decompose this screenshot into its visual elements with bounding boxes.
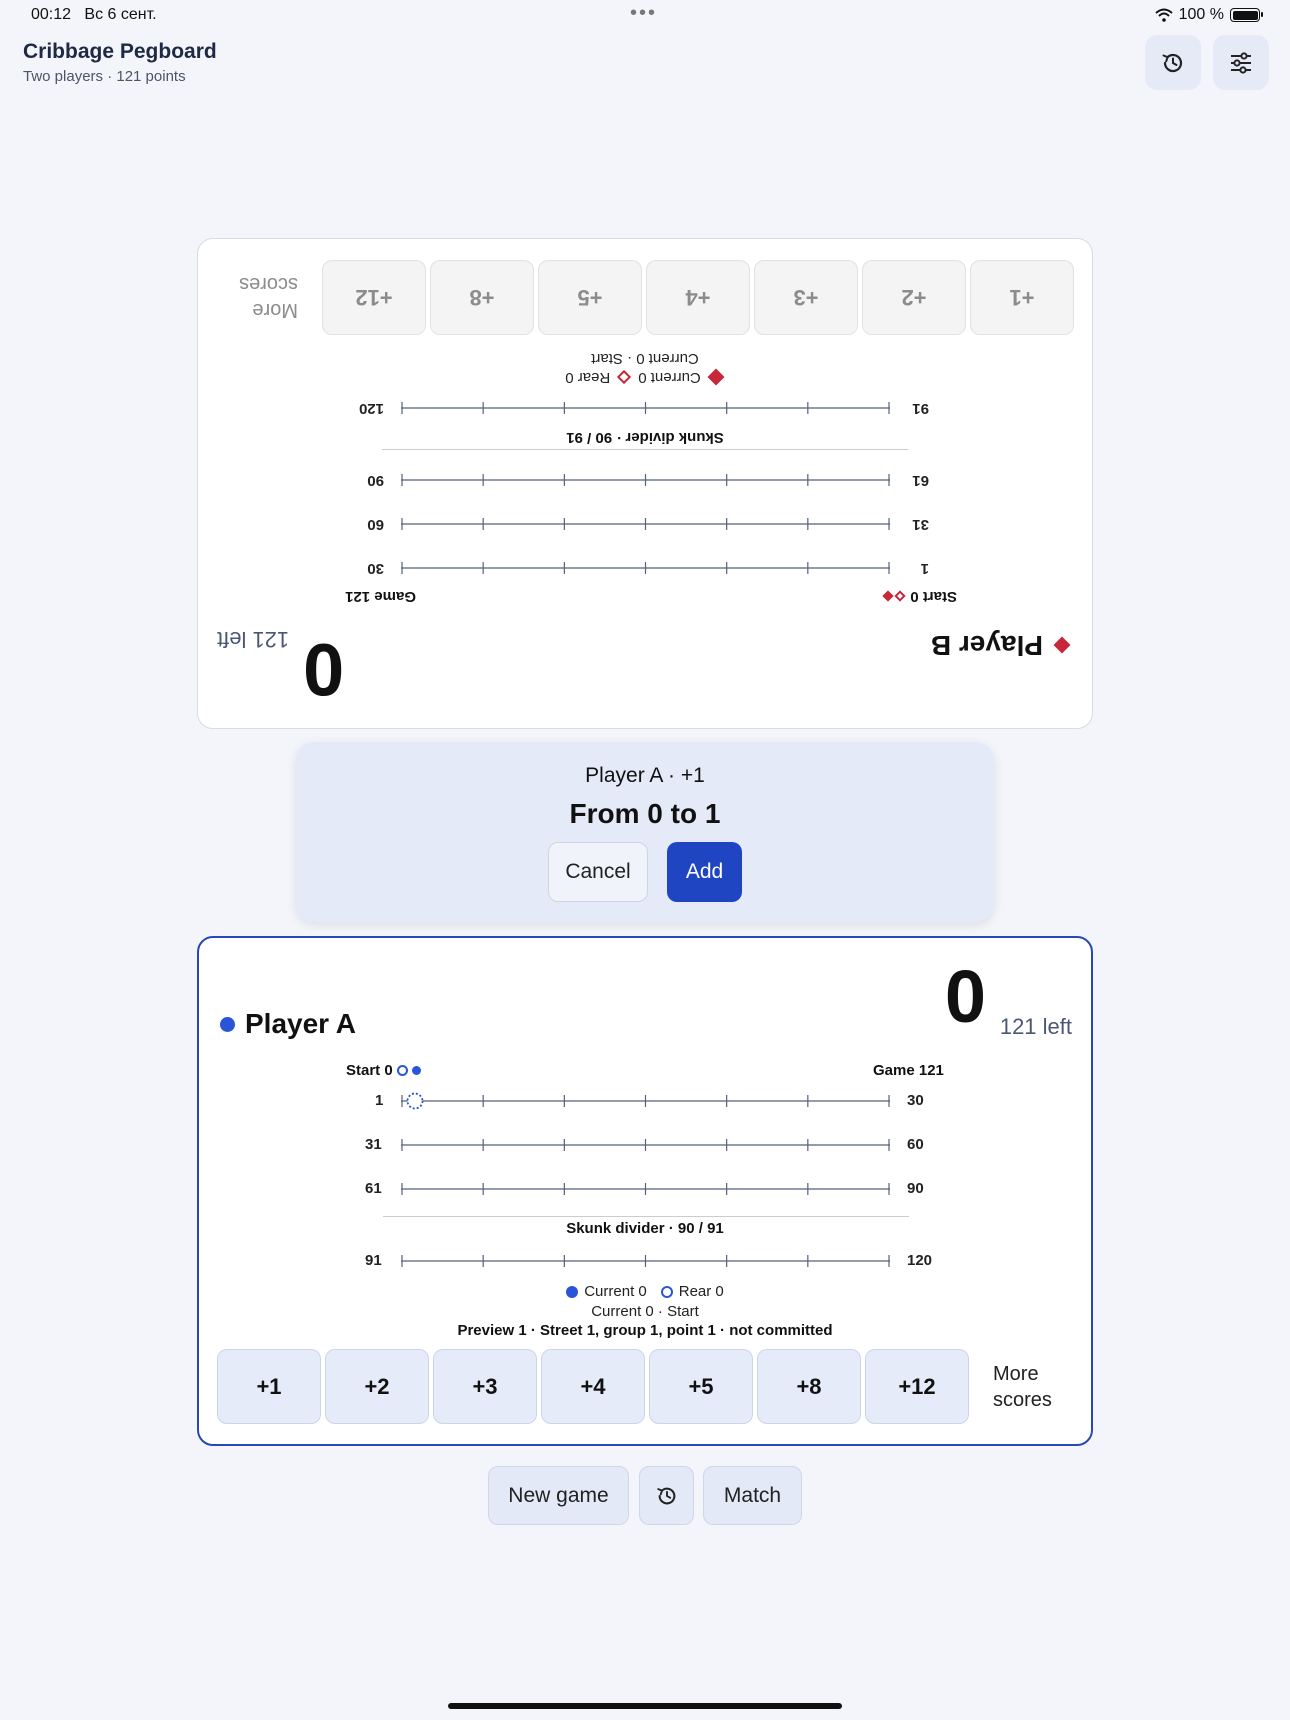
player-b-skunk-label: Skunk divider · 90 / 91	[566, 429, 724, 446]
footer-history-button[interactable]	[639, 1466, 694, 1525]
player-a-add-12-button[interactable]: +12	[865, 1349, 969, 1424]
status-time: 00:12 Вс 6 сент.	[31, 6, 157, 23]
player-b-track-1	[401, 562, 890, 574]
new-game-button[interactable]: New game	[488, 1466, 629, 1525]
player-b-add-2-button[interactable]: +2	[862, 260, 966, 335]
player-a-add-2-button[interactable]: +2	[325, 1349, 429, 1424]
add-button[interactable]: Add	[667, 842, 742, 902]
player-a-add-3-button[interactable]: +3	[433, 1349, 537, 1424]
player-b-score-buttons: +1 +2 +3 +4 +5 +8 +12 More scores	[239, 260, 1074, 335]
player-a-row-4-end: 120	[907, 1252, 933, 1269]
player-b-add-8-button[interactable]: +8	[430, 260, 534, 335]
player-b-add-4-button[interactable]: +4	[646, 260, 750, 335]
player-b-row-2-start: 31	[912, 516, 929, 533]
player-a-name: Player A	[220, 1008, 356, 1040]
player-a-dot-icon	[220, 1016, 235, 1032]
status-bar: 00:12 Вс 6 сент. ••• 100 %	[0, 0, 1290, 32]
sliders-icon	[1231, 51, 1251, 74]
current-peg-icon	[566, 1285, 579, 1298]
player-b-start-label: Start 0	[882, 588, 957, 605]
player-a-more-scores-button[interactable]: More scores	[993, 1361, 1052, 1413]
multitasking-dots-icon[interactable]: •••	[630, 2, 657, 25]
player-b-legend: Current 0 Rear 0	[198, 369, 1092, 386]
player-b-row-2-end: 60	[367, 516, 384, 533]
player-b-row-4-start: 91	[912, 400, 929, 417]
player-b-name-text: Player B	[930, 630, 1043, 661]
current-diamond-icon	[707, 369, 725, 386]
player-a-row-4-start: 91	[365, 1252, 382, 1269]
player-b-add-3-button[interactable]: +3	[754, 260, 858, 335]
player-a-name-text: Player A	[245, 1008, 357, 1039]
player-b-card: Player B 0 121 left Start 0 Game 121 1 3…	[197, 238, 1093, 729]
player-b-track-2	[401, 518, 890, 530]
wifi-icon	[1154, 8, 1173, 22]
rear-peg-icon	[660, 1285, 673, 1298]
player-b-game-label: Game 121	[345, 588, 416, 605]
player-a-track-2	[401, 1139, 890, 1151]
player-a-add-4-button[interactable]: +4	[541, 1349, 645, 1424]
player-a-row-1-end: 30	[907, 1092, 924, 1109]
status-right: 100 %	[1154, 6, 1263, 24]
battery-percent: 100 %	[1178, 6, 1224, 23]
app-subtitle: Two players · 121 points	[23, 68, 186, 85]
rear-diamond-icon	[617, 370, 632, 385]
player-b-name: Player B	[931, 629, 1071, 661]
player-b-diamond-icon	[1053, 636, 1071, 654]
player-a-score-buttons: +1 +2 +3 +4 +5 +8 +12 More scores	[217, 1349, 1052, 1424]
player-a-row-1-start: 1	[375, 1092, 384, 1109]
home-indicator[interactable]	[448, 1703, 842, 1709]
player-a-skunk-line	[383, 1216, 909, 1217]
player-a-row-3-end: 90	[907, 1180, 924, 1197]
match-button[interactable]: Match	[703, 1466, 802, 1525]
player-a-game-label: Game 121	[873, 1062, 944, 1079]
preview-peg-icon	[406, 1092, 424, 1110]
player-b-more-scores-button[interactable]: More scores	[239, 272, 298, 324]
player-a-add-1-button[interactable]: +1	[217, 1349, 321, 1424]
player-b-add-1-button[interactable]: +1	[970, 260, 1074, 335]
score-confirm-panel: Player A · +1 From 0 to 1 Cancel Add	[296, 742, 994, 922]
player-a-card: Player A 0 121 left Start 0 Game 121 1 3…	[197, 936, 1093, 1446]
player-a-row-2-start: 31	[365, 1136, 382, 1153]
player-b-row-4-end: 120	[358, 400, 384, 417]
history-icon	[656, 1487, 675, 1504]
player-b-track-3	[401, 474, 890, 486]
player-a-track-1	[401, 1095, 890, 1107]
player-a-sub-line: Current 0 · Start	[591, 1303, 699, 1320]
player-a-preview-line: Preview 1 · Street 1, group 1, point 1 ·…	[457, 1322, 833, 1339]
battery-icon	[1230, 8, 1263, 22]
settings-button[interactable]	[1213, 35, 1269, 90]
player-b-sub-line: Current 0 · Start	[591, 350, 699, 367]
player-b-row-3-end: 90	[367, 472, 384, 489]
player-a-row-3-start: 61	[365, 1180, 382, 1197]
player-b-add-5-button[interactable]: +5	[538, 260, 642, 335]
player-a-add-8-button[interactable]: +8	[757, 1349, 861, 1424]
player-b-score: 0	[303, 628, 345, 711]
app-title: Cribbage Pegboard	[23, 40, 217, 63]
player-a-add-5-button[interactable]: +5	[649, 1349, 753, 1424]
player-a-start-label: Start 0	[346, 1062, 422, 1079]
player-a-track-3	[401, 1183, 890, 1195]
history-button[interactable]	[1145, 35, 1201, 90]
player-a-row-2-end: 60	[907, 1136, 924, 1153]
player-a-legend: Current 0 Rear 0	[199, 1283, 1091, 1300]
history-icon	[1162, 53, 1183, 72]
player-b-add-12-button[interactable]: +12	[322, 260, 426, 335]
player-b-row-1-start: 1	[920, 560, 929, 577]
player-b-row-3-start: 61	[912, 472, 929, 489]
confirm-title: Player A · +1	[585, 764, 705, 787]
player-a-score: 0	[944, 955, 986, 1038]
player-a-left: 121 left	[999, 1014, 1072, 1039]
player-b-skunk-line	[382, 449, 908, 450]
player-a-track-4	[401, 1255, 890, 1267]
cancel-button[interactable]: Cancel	[548, 842, 648, 902]
player-b-row-1-end: 30	[367, 560, 384, 577]
player-b-track-4	[401, 402, 890, 414]
player-a-skunk-label: Skunk divider · 90 / 91	[566, 1220, 724, 1237]
confirm-main: From 0 to 1	[569, 798, 721, 829]
player-b-left: 121 left	[217, 627, 290, 652]
